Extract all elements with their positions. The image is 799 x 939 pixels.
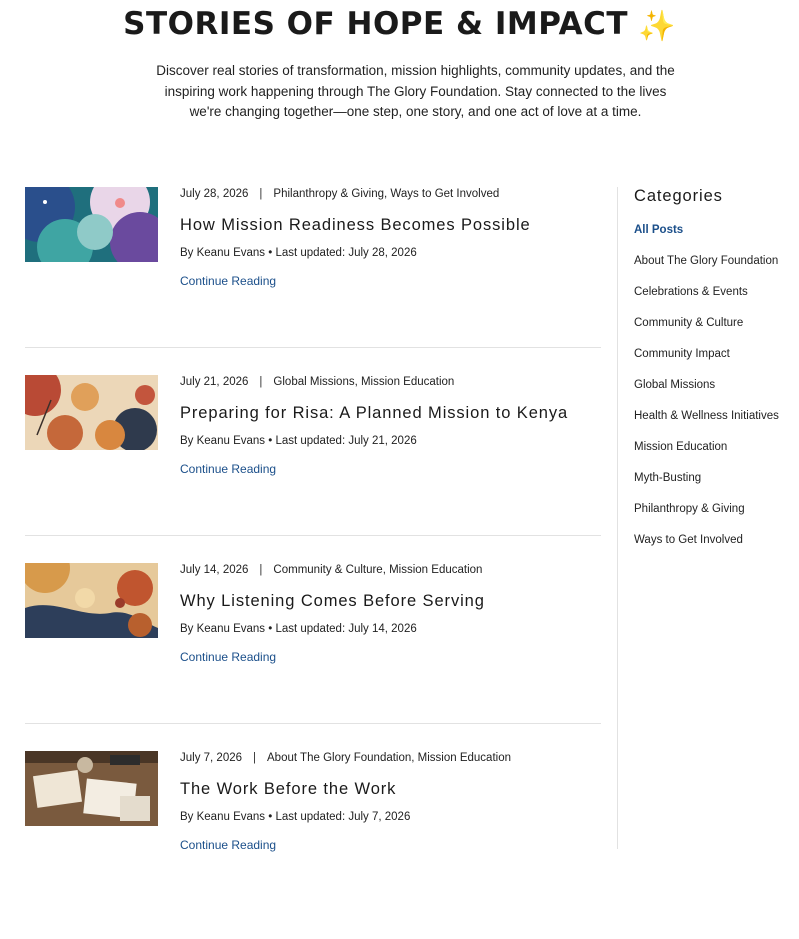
category-item-community-impact[interactable]: Community Impact: [634, 348, 779, 379]
post-thumbnail-image: [25, 751, 158, 826]
category-item-mission-education[interactable]: Mission Education: [634, 441, 779, 472]
post-card: July 7, 2026 | About The Glory Foundation,…: [25, 751, 601, 939]
category-item-health-wellness[interactable]: Health & Wellness Initiatives: [634, 410, 779, 441]
category-item-myth-busting[interactable]: Myth-Busting: [634, 472, 779, 503]
post-title[interactable]: Why Listening Comes Before Serving: [180, 592, 485, 611]
category-item-community-culture[interactable]: Community & Culture: [634, 317, 779, 348]
page-subtitle: Discover real stories of transformation,…: [156, 63, 675, 119]
categories-sidebar: Categories All Posts About The Glory Fou…: [634, 187, 799, 546]
post-date: July 21, 2026: [180, 376, 249, 388]
post-byline: By Keanu Evans • Last updated: July 14, …: [180, 623, 417, 635]
post-divider: [25, 347, 601, 348]
continue-reading-link[interactable]: Continue Reading: [180, 462, 276, 476]
post-thumbnail-image: [25, 375, 158, 450]
post-categories[interactable]: About The Glory Foundation, Mission Educ…: [267, 752, 511, 764]
post-list: July 28, 2026 | Philanthropy & Giving, Way…: [25, 187, 601, 939]
post-thumbnail-link[interactable]: [25, 375, 158, 450]
post-categories[interactable]: Philanthropy & Giving, Ways to Get Invol…: [273, 188, 499, 200]
post-date: July 28, 2026: [180, 188, 249, 200]
post-thumbnail-link[interactable]: [25, 187, 158, 262]
post-thumbnail-link[interactable]: [25, 751, 158, 826]
post-title[interactable]: Preparing for Risa: A Planned Mission to…: [180, 404, 568, 423]
post-thumbnail-image: [25, 187, 158, 262]
post-title[interactable]: The Work Before the Work: [180, 780, 396, 799]
post-divider: [25, 535, 601, 536]
meta-separator: |: [259, 564, 263, 576]
category-item-about[interactable]: About The Glory Foundation: [634, 255, 779, 286]
post-meta: July 28, 2026 | Philanthropy & Giving, Way…: [180, 188, 499, 200]
post-byline: By Keanu Evans • Last updated: July 28, …: [180, 247, 417, 259]
post-date: July 14, 2026: [180, 564, 249, 576]
continue-reading-link[interactable]: Continue Reading: [180, 274, 276, 288]
sidebar-heading: Categories: [634, 187, 723, 205]
category-list: All Posts About The Glory Foundation Cel…: [634, 224, 779, 565]
post-date: July 7, 2026: [180, 752, 243, 764]
continue-reading-link[interactable]: Continue Reading: [180, 838, 276, 852]
meta-separator: |: [259, 188, 263, 200]
post-byline: By Keanu Evans • Last updated: July 21, …: [180, 435, 417, 447]
post-categories[interactable]: Community & Culture, Mission Education: [273, 564, 482, 576]
post-meta: July 14, 2026 | Community & Culture, Missi…: [180, 564, 482, 576]
continue-reading-link[interactable]: Continue Reading: [180, 650, 276, 664]
meta-separator: |: [259, 376, 263, 388]
post-thumbnail-link[interactable]: [25, 563, 158, 638]
sidebar-divider: [617, 187, 618, 849]
post-title[interactable]: How Mission Readiness Becomes Possible: [180, 216, 531, 235]
category-item-global-missions[interactable]: Global Missions: [634, 379, 779, 410]
page-title: STORIES OF HOPE & IMPACT ✨: [0, 6, 799, 44]
post-meta: July 21, 2026 | Global Missions, Mission E…: [180, 376, 454, 388]
category-item-ways-to-get-involved[interactable]: Ways to Get Involved: [634, 534, 779, 565]
post-thumbnail-image: [25, 563, 158, 638]
post-byline: By Keanu Evans • Last updated: July 7, 2…: [180, 811, 411, 823]
meta-separator: |: [253, 752, 257, 764]
sparkles-icon: ✨: [637, 9, 676, 44]
post-card: July 14, 2026 | Community & Culture, Missi…: [25, 563, 601, 751]
post-card: July 28, 2026 | Philanthropy & Giving, Way…: [25, 187, 601, 375]
category-item-all-posts[interactable]: All Posts: [634, 224, 779, 255]
post-card: July 21, 2026 | Global Missions, Mission E…: [25, 375, 601, 563]
page-title-text: STORIES OF HOPE & IMPACT: [123, 6, 628, 42]
post-categories[interactable]: Global Missions, Mission Education: [273, 376, 454, 388]
post-divider: [25, 723, 601, 724]
category-item-celebrations[interactable]: Celebrations & Events: [634, 286, 779, 317]
category-item-philanthropy[interactable]: Philanthropy & Giving: [634, 503, 779, 534]
post-meta: July 7, 2026 | About The Glory Foundation,…: [180, 752, 511, 764]
